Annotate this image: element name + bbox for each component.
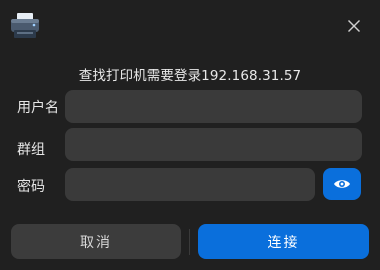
printer-icon [10,12,40,40]
cancel-button[interactable]: 取消 [11,224,181,259]
username-label: 用户名 [17,100,59,116]
close-button[interactable] [342,14,366,38]
dialog-title: 查找打印机需要登录192.168.31.57 [78,68,302,84]
toggle-password-visibility-button[interactable] [323,168,361,200]
close-icon [348,20,360,32]
group-input[interactable] [65,128,362,161]
password-label: 密码 [17,179,45,195]
password-input[interactable] [65,168,315,201]
connect-button[interactable]: 连接 [198,224,369,259]
eye-icon [334,180,350,188]
login-dialog: 查找打印机需要登录192.168.31.57 用户名 群组 密码 取消 连接 [0,0,380,270]
username-input[interactable] [65,90,362,123]
button-divider [189,229,190,255]
group-label: 群组 [17,142,45,158]
